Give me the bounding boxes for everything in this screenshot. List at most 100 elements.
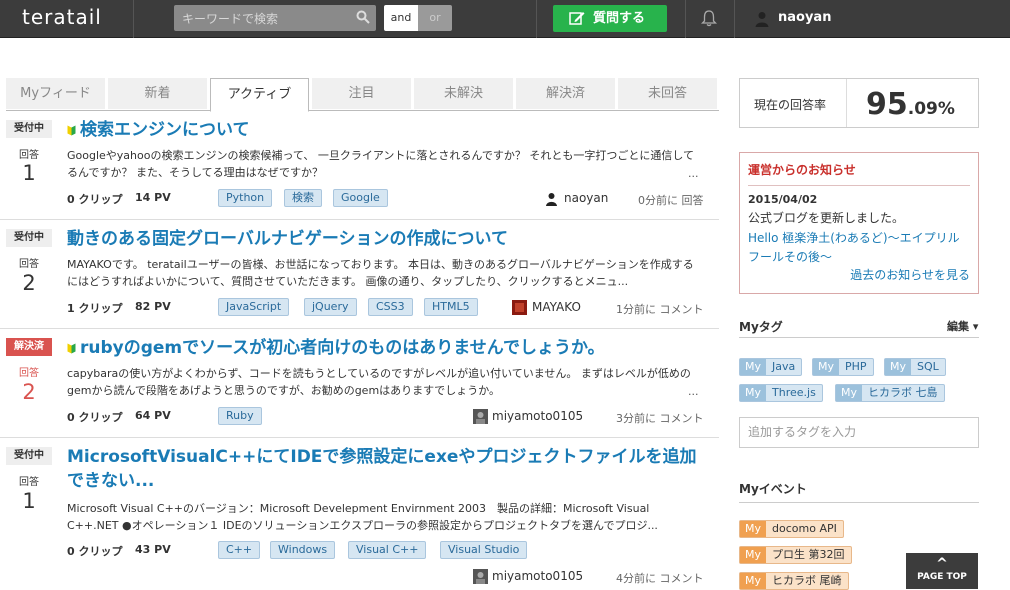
pencil-icon (569, 12, 585, 25)
activity-time: 4分前に コメント (616, 572, 704, 585)
tag-google[interactable]: Google (333, 189, 388, 207)
question-title-text: rubyのgemでソースが初心者向けのものはありませんでしょうか。 (80, 338, 605, 358)
tab-active[interactable]: アクティブ (210, 78, 309, 112)
activity-time: 3分前に コメント (616, 412, 704, 425)
tag-jquery[interactable]: jQuery (304, 298, 357, 316)
question-item: 受付中 回答 1 MicrosoftVisualC++にてIDEで参照設定にex… (0, 438, 719, 589)
divider (739, 337, 979, 338)
search-icon[interactable] (356, 10, 370, 24)
answer-count: 1 (22, 161, 36, 185)
author-name[interactable]: MAYAKO (532, 300, 581, 314)
author-name[interactable]: naoyan (564, 191, 608, 205)
tag-visual-studio[interactable]: Visual Studio (440, 541, 528, 559)
event-item[interactable]: My docomo API (739, 520, 844, 538)
tag-search[interactable]: 検索 (284, 189, 322, 207)
mytag-heading: Myタグ (739, 320, 783, 334)
pv-count: 14 PV (135, 191, 171, 204)
question-title[interactable]: MicrosoftVisualC++にてIDEで参照設定にexeやプロジェクトフ… (67, 445, 707, 493)
tab-featured[interactable]: 注目 (312, 78, 411, 109)
event-item[interactable]: My ヒカラボ 尾崎 (739, 572, 849, 590)
tag-visual-cpp[interactable]: Visual C++ (348, 541, 427, 559)
author-name[interactable]: miyamoto0105 (492, 409, 583, 423)
past-news-link[interactable]: 過去のお知らせを見る (850, 266, 970, 283)
news-link[interactable]: Hello 極楽浄土(わあるど)〜エイプリルフールその後〜 (748, 229, 970, 267)
tab-unanswered[interactable]: 未回答 (618, 78, 717, 109)
divider (846, 79, 847, 127)
author-avatar-icon (473, 569, 488, 584)
question-excerpt: MAYAKOです。 teratailユーザーの皆様、お世話になっております。 本… (67, 258, 694, 288)
clip-count: 0 クリップ (67, 193, 123, 206)
answer-count: 2 (22, 380, 36, 404)
more-indicator: ... (688, 167, 699, 180)
question-item: 解決済 回答 2 rubyのgemでソースが初心者向けのものはありませんでしょう… (0, 329, 719, 438)
author-avatar-icon (546, 193, 557, 206)
tab-unresolved[interactable]: 未解決 (414, 78, 513, 109)
question-item: 受付中 回答 2 動きのある固定グローバルナビゲーションの作成について MAYA… (0, 220, 719, 329)
question-title[interactable]: rubyのgemでソースが初心者向けのものはありませんでしょうか。 (67, 336, 707, 360)
answer-count: 2 (22, 271, 36, 295)
question-excerpt: capybaraの使い方がよくわからず、コードを読もうとしているのですがレベルが… (67, 367, 691, 397)
divider (748, 185, 970, 186)
question-excerpt: Googleやyahooの検索エンジンの検索候補って、 一旦クライアントに落とさ… (67, 149, 695, 179)
question-title-text: MicrosoftVisualC++にてIDEで参照設定にexeやプロジェクトフ… (67, 447, 697, 491)
news-heading: 運営からのお知らせ (748, 163, 856, 177)
tag-cpp[interactable]: C++ (218, 541, 261, 559)
pv-count: 43 PV (135, 543, 171, 556)
news-text: 公式ブログを更新しました。 (748, 211, 905, 225)
tag-windows[interactable]: Windows (270, 541, 336, 559)
clip-count: 0 クリップ (67, 411, 123, 424)
status-badge: 解決済 (6, 338, 52, 356)
activity-time: 1分前に コメント (616, 303, 704, 316)
status-badge: 受付中 (6, 447, 52, 465)
tab-new[interactable]: 新着 (108, 78, 207, 109)
user-name[interactable]: naoyan (778, 10, 831, 25)
tag-python[interactable]: Python (218, 189, 273, 207)
mytag-item[interactable]: My ヒカラボ 七島 (835, 384, 945, 402)
question-title[interactable]: 検索エンジンについて (67, 118, 707, 142)
mytag-item[interactable]: My Java (739, 358, 803, 376)
pv-count: 64 PV (135, 409, 171, 422)
page-top-button[interactable]: ^ PAGE TOP (906, 553, 978, 589)
tag-html5[interactable]: HTML5 (424, 298, 478, 316)
add-tag-input[interactable]: 追加するタグを入力 (739, 417, 979, 448)
tab-my-feed[interactable]: Myフィード (6, 78, 105, 109)
teratail-logo[interactable]: teratail (22, 5, 102, 29)
ask-question-button[interactable]: 質問する (553, 5, 667, 32)
search-placeholder: キーワードで検索 (182, 12, 279, 26)
edit-tags-button[interactable]: 編集 ▾ (947, 318, 978, 334)
tag-javascript[interactable]: JavaScript (218, 298, 290, 316)
tag-ruby[interactable]: Ruby (218, 407, 262, 425)
header-divider (133, 0, 134, 38)
news-date: 2015/04/02 (748, 193, 818, 206)
header-divider (734, 0, 735, 38)
question-title[interactable]: 動きのある固定グローバルナビゲーションの作成について (67, 227, 707, 251)
news-box: 運営からのお知らせ 2015/04/02 公式ブログを更新しました。 Hello… (739, 152, 979, 294)
answer-label: 回答 (19, 259, 39, 270)
user-avatar-icon[interactable] (754, 11, 770, 27)
mytag-item[interactable]: My Three.js (739, 384, 823, 402)
mytag-item[interactable]: My PHP (812, 358, 874, 376)
activity-time: 0分前に 回答 (638, 194, 704, 207)
tab-resolved[interactable]: 解決済 (516, 78, 615, 109)
beginner-mark-icon (67, 125, 76, 136)
event-item[interactable]: My プロ生 第32回 (739, 546, 852, 564)
clip-count: 1 クリップ (67, 302, 123, 315)
page-top-label: PAGE TOP (917, 572, 967, 582)
divider (739, 502, 979, 503)
mytag-item[interactable]: My SQL (884, 358, 946, 376)
author-avatar-icon (473, 409, 488, 424)
search-input[interactable]: キーワードで検索 (174, 5, 376, 31)
author-avatar-icon (512, 300, 527, 315)
more-indicator: ... (688, 385, 699, 398)
bell-icon[interactable] (701, 10, 717, 27)
pv-count: 82 PV (135, 300, 171, 313)
answer-count: 1 (22, 489, 36, 513)
tag-css3[interactable]: CSS3 (368, 298, 413, 316)
and-toggle-button[interactable]: and (384, 5, 418, 31)
myevent-heading: Myイベント (739, 482, 807, 496)
clip-count: 0 クリップ (67, 545, 123, 558)
author-name[interactable]: miyamoto0105 (492, 569, 583, 583)
answer-rate-label: 現在の回答率 (754, 98, 827, 112)
or-toggle-button[interactable]: or (418, 5, 452, 31)
status-badge: 受付中 (6, 120, 52, 138)
